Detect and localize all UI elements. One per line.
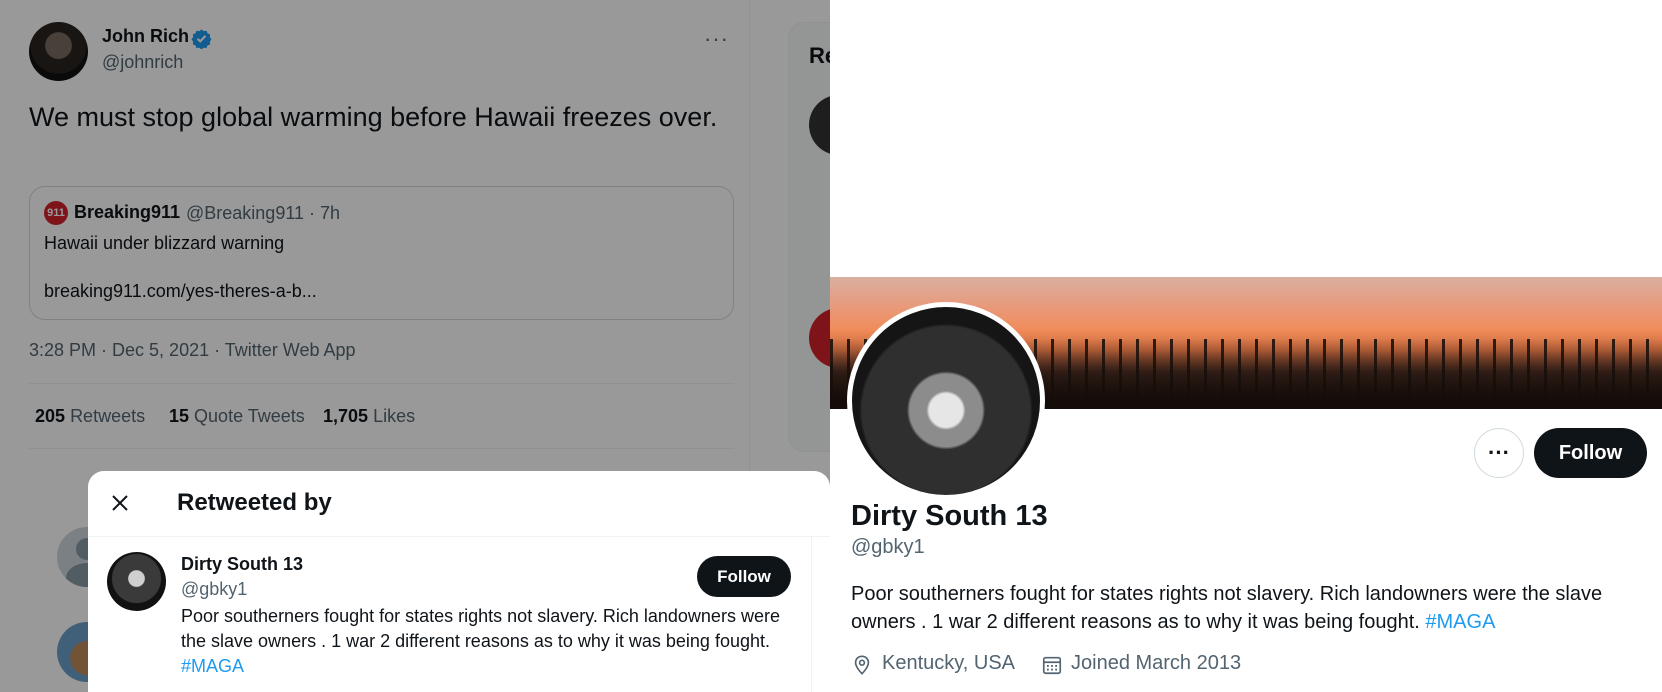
user-name[interactable]: Dirty South 13 — [181, 554, 303, 575]
modal-header: Retweeted by — [88, 471, 830, 537]
tweet-page: John Rich @johnrich ··· We must stop glo… — [0, 0, 830, 692]
user-bio: Poor southerners fought for states right… — [181, 606, 780, 676]
modal-title: Retweeted by — [177, 489, 332, 516]
user-avatar[interactable] — [107, 552, 166, 611]
user-handle[interactable]: @gbky1 — [181, 579, 247, 600]
close-icon[interactable] — [108, 491, 132, 515]
scrollbar-track[interactable] — [811, 537, 812, 692]
profile-location: Kentucky, USA — [882, 652, 1016, 674]
profile-hashtag-link[interactable]: #MAGA — [1425, 611, 1495, 633]
profile-follow-button[interactable]: Follow — [1534, 428, 1647, 478]
hashtag-link[interactable]: #MAGA — [181, 656, 244, 676]
calendar-icon — [1042, 656, 1062, 675]
profile-avatar[interactable] — [847, 302, 1045, 500]
profile-joined: Joined March 2013 — [1071, 652, 1242, 674]
profile-name: Dirty South 13 — [851, 500, 1048, 532]
follow-button[interactable]: Follow — [697, 556, 791, 597]
profile-handle: @gbky1 — [851, 536, 925, 558]
profile-bio: Poor southerners fought for states right… — [851, 583, 1603, 633]
profile-page: ··· Follow Dirty South 13 @gbky1 Poor so… — [830, 0, 1662, 692]
location-icon — [854, 655, 870, 675]
more-button[interactable]: ··· — [1474, 428, 1524, 478]
user-cell[interactable]: Dirty South 13 @gbky1 Follow Poor southe… — [88, 537, 810, 692]
retweeted-by-modal: Retweeted by Dirty South 13 @gbky1 Follo… — [88, 471, 830, 692]
